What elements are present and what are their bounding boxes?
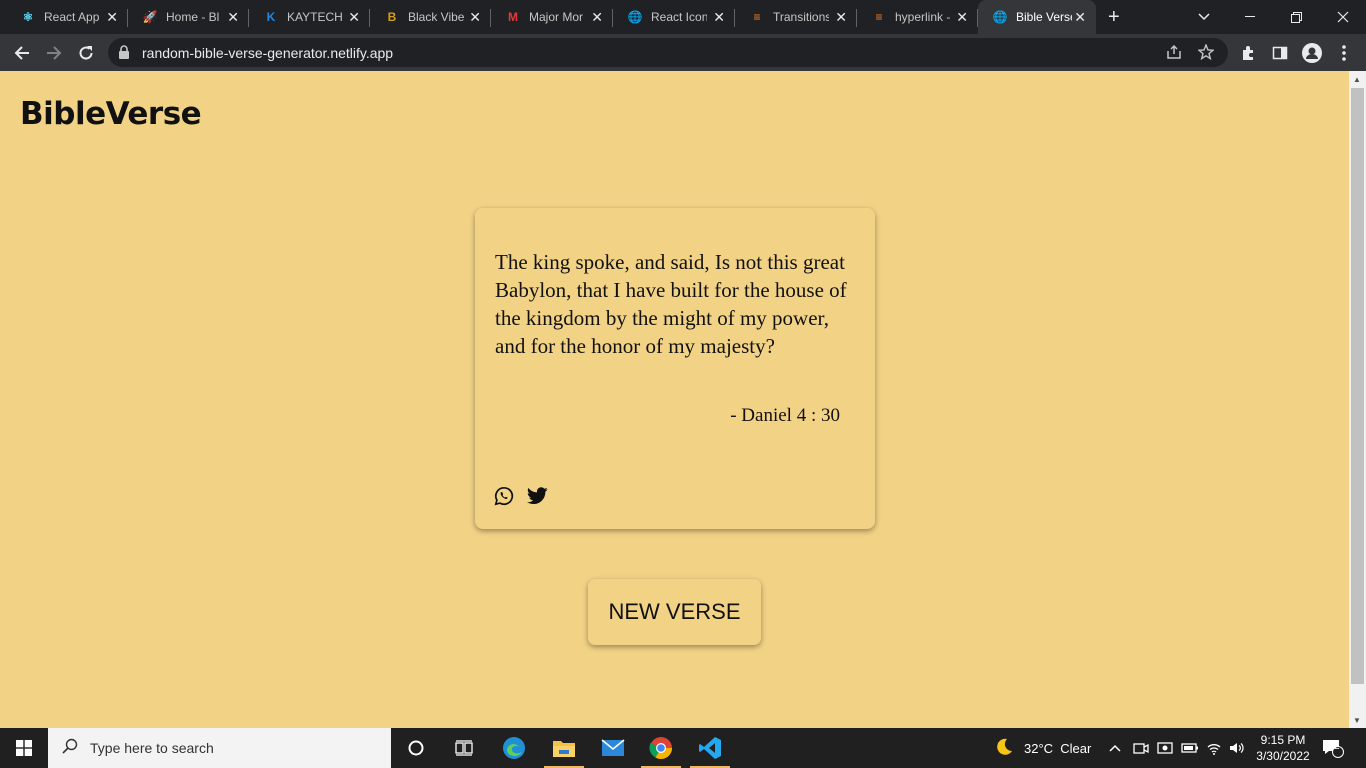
browser-tab[interactable]: M Major Mor ✕ [491,0,613,34]
extensions-icon[interactable] [1236,41,1260,65]
stackoverflow-icon: ≡ [875,10,883,24]
major-icon: M [508,10,518,24]
share-icon[interactable] [1166,44,1182,65]
clock[interactable]: 9:15 PM 3/30/2022 [1252,728,1314,768]
tab-title: KAYTECHIT [287,10,343,24]
search-placeholder: Type here to search [90,740,214,756]
wifi-icon[interactable] [1206,728,1222,768]
close-tab-icon[interactable]: ✕ [713,9,725,25]
search-icon [62,738,78,759]
address-bar[interactable]: random-bible-verse-generator.netlify.app [108,38,1228,67]
reload-button[interactable] [74,41,98,65]
profile-avatar-icon[interactable] [1300,41,1324,65]
blackvibe-icon: B [387,10,397,24]
bookmark-star-icon[interactable] [1197,43,1215,65]
browser-tab-strip: ⚛ React App ✕ 🚀 Home - Bl ✕ K KAYTECHIT ✕ B Black … [0,0,1366,34]
globe-icon: 🌐 [992,10,1008,24]
browser-toolbar: random-bible-verse-generator.netlify.app [0,34,1366,71]
browser-tab[interactable]: 🌐 React Icon ✕ [613,0,735,34]
date-text: 3/30/2022 [1256,749,1310,763]
browser-tab[interactable]: 🌐 Bible Verse ✕ [978,0,1096,34]
file-explorer-icon[interactable] [540,728,588,768]
tab-title: Black Vibe [408,10,464,24]
close-tab-icon[interactable]: ✕ [835,9,847,25]
minimize-button[interactable] [1227,0,1273,34]
new-tab-button[interactable]: + [1108,6,1120,28]
windows-taskbar: Type here to search 32°C Clear 9:15 PM 3… [0,728,1366,768]
tab-search-icon[interactable] [1181,0,1227,34]
tab-title: React Icon [651,10,707,24]
tab-title: Bible Verse [1016,10,1072,24]
vscode-icon[interactable] [686,728,734,768]
browser-tab[interactable]: K KAYTECHIT ✕ [249,0,370,34]
rocket-icon: 🚀 [142,10,158,24]
verse-card: The king spoke, and said, Is not this gr… [475,208,875,529]
windows-start-icon[interactable] [0,728,48,768]
weather-text: 32°C Clear [1024,740,1092,756]
twitter-icon[interactable] [526,485,548,507]
browser-tab[interactable]: ⚛ React App ✕ [6,0,128,34]
browser-tab[interactable]: B Black Vibe ✕ [370,0,491,34]
taskbar-search-box[interactable]: Type here to search [48,728,391,768]
mail-icon[interactable] [589,728,637,768]
whatsapp-icon[interactable] [493,485,515,507]
edge-browser-icon[interactable] [490,728,538,768]
chrome-icon[interactable] [637,728,685,768]
close-tab-icon[interactable]: ✕ [1074,9,1086,25]
side-panel-icon[interactable] [1268,41,1292,65]
site-logo[interactable]: BibleVerse [20,96,202,132]
notifications-icon[interactable]: 2 [1322,728,1344,768]
lock-icon [118,45,130,64]
time-text: 9:15 PM [1260,733,1306,747]
close-tab-icon[interactable]: ✕ [348,9,360,25]
url-text: random-bible-verse-generator.netlify.app [142,45,394,61]
tab-title: Home - Bl [166,10,220,24]
scroll-up-icon[interactable]: ▲ [1353,75,1361,84]
browser-tab[interactable]: ≡ Transitions ✕ [735,0,857,34]
tab-title: Major Mor [529,10,584,24]
scroll-down-icon[interactable]: ▼ [1353,716,1361,725]
close-tab-icon[interactable]: ✕ [956,9,968,25]
task-view-icon[interactable] [440,728,488,768]
new-verse-button[interactable]: NEW VERSE [588,579,761,645]
close-tab-icon[interactable]: ✕ [106,9,118,25]
close-tab-icon[interactable]: ✕ [591,9,603,25]
close-tab-icon[interactable]: ✕ [469,9,481,25]
page-scrollbar[interactable]: ▲ ▼ [1349,71,1366,728]
notification-count: 2 [1334,741,1340,752]
menu-kebab-icon[interactable] [1332,41,1356,65]
forward-button[interactable] [42,41,66,65]
back-button[interactable] [10,41,34,65]
close-tab-icon[interactable]: ✕ [227,9,239,25]
tab-title: Transitions [773,10,829,24]
volume-icon[interactable] [1229,728,1245,768]
globe-icon: 🌐 [627,10,643,24]
screen-capture-icon[interactable] [1157,728,1173,768]
verse-reference: - Daniel 4 : 30 [730,405,840,426]
react-icon: ⚛ [22,10,34,24]
tab-title: hyperlink - [895,10,951,24]
stackoverflow-icon: ≡ [753,10,761,24]
weather-widget[interactable]: 32°C Clear [994,728,1091,768]
kaytech-icon: K [266,10,276,24]
browser-tab[interactable]: ≡ hyperlink - ✕ [857,0,978,34]
browser-tab[interactable]: 🚀 Home - Bl ✕ [128,0,249,34]
meet-now-icon[interactable] [1133,728,1149,768]
tab-title: React App [44,10,100,24]
scrollbar-thumb[interactable] [1351,88,1364,684]
close-window-button[interactable] [1320,0,1366,34]
restore-button[interactable] [1273,0,1319,34]
verse-text: The king spoke, and said, Is not this gr… [495,250,847,358]
moon-icon [994,737,1014,760]
show-hidden-icons-chevron-icon[interactable] [1109,728,1121,768]
battery-icon[interactable] [1181,728,1199,768]
cortana-icon[interactable] [392,728,440,768]
